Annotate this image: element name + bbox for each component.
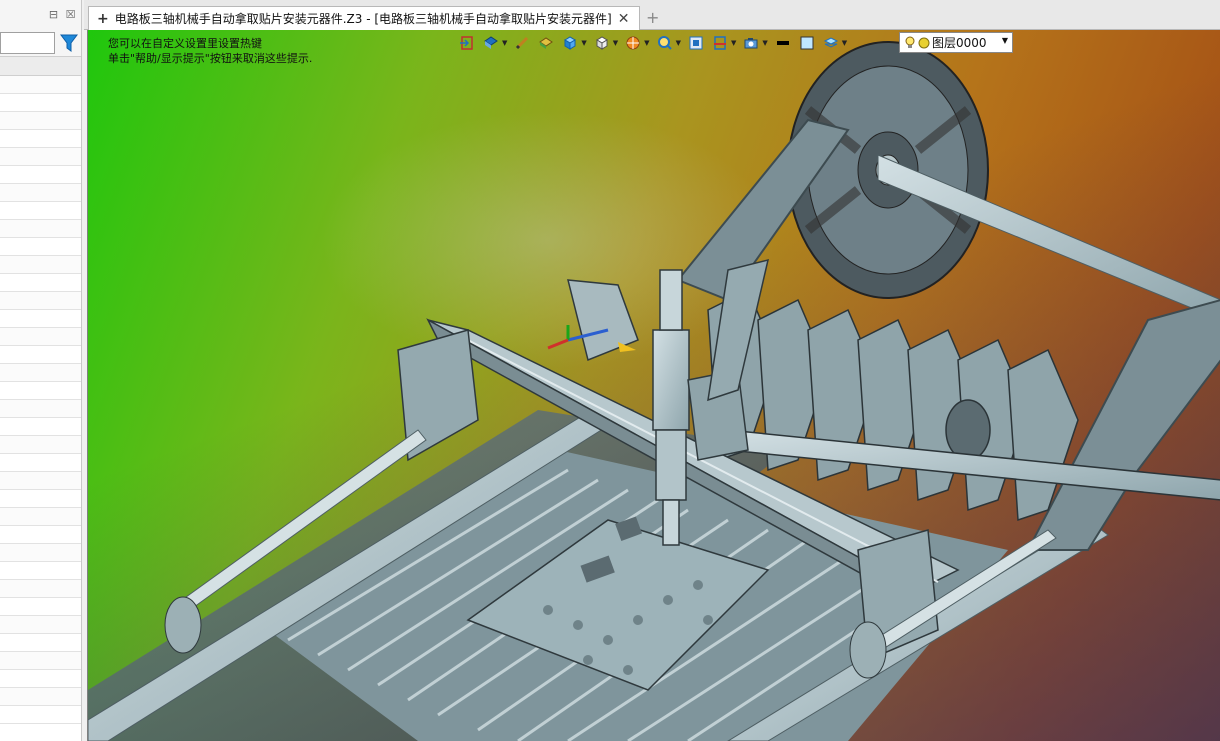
tab-pin-icon[interactable]: + bbox=[97, 11, 109, 27]
list-item[interactable] bbox=[0, 688, 81, 706]
list-item[interactable] bbox=[0, 148, 81, 166]
layer-select[interactable]: 图层0000 ▼ bbox=[899, 32, 1013, 53]
list-item[interactable] bbox=[0, 508, 81, 526]
cad-model-scene[interactable] bbox=[88, 30, 1220, 741]
list-item[interactable] bbox=[0, 112, 81, 130]
add-tab-button[interactable]: + bbox=[646, 8, 659, 27]
left-panel-header: ⊟ ☒ bbox=[0, 0, 81, 30]
list-item[interactable] bbox=[0, 292, 81, 310]
cube-display-icon[interactable] bbox=[561, 34, 579, 52]
chevron-down-icon[interactable]: ▼ bbox=[644, 39, 649, 47]
close-icon[interactable]: ✕ bbox=[618, 11, 630, 27]
list-item[interactable] bbox=[0, 346, 81, 364]
list-item[interactable] bbox=[0, 634, 81, 652]
document-tab[interactable]: + 电路板三轴机械手自动拿取贴片安装元器件.Z3 - [电路板三轴机械手自动拿取… bbox=[88, 6, 640, 30]
hint-text: 您可以在自定义设置里设置热键 单击"帮助/显示提示"按钮来取消这些提示. bbox=[108, 36, 312, 66]
layer-status-icon[interactable] bbox=[918, 37, 930, 49]
list-item[interactable] bbox=[0, 94, 81, 112]
chevron-down-icon[interactable]: ▼ bbox=[676, 39, 681, 47]
chevron-down-icon[interactable]: ▼ bbox=[581, 39, 586, 47]
list-item[interactable] bbox=[0, 652, 81, 670]
list-item[interactable] bbox=[0, 220, 81, 238]
3d-viewport[interactable]: 您可以在自定义设置里设置热键 单击"帮助/显示提示"按钮来取消这些提示. ▼ ▼… bbox=[87, 30, 1220, 741]
list-item[interactable] bbox=[0, 544, 81, 562]
list-item[interactable] bbox=[0, 256, 81, 274]
line-color-icon[interactable] bbox=[774, 34, 792, 52]
layer-label: 图层0000 bbox=[932, 36, 987, 50]
list-item[interactable] bbox=[0, 580, 81, 598]
hint-line-1: 您可以在自定义设置里设置热键 bbox=[108, 37, 262, 50]
tree-list[interactable] bbox=[0, 76, 81, 724]
chevron-down-icon[interactable]: ▼ bbox=[502, 39, 507, 47]
list-item[interactable] bbox=[0, 418, 81, 436]
view-toolbar: ▼ ▼ ▼ ▼ ▼ ▼ ▼ ▼ bbox=[458, 32, 847, 54]
zoom-icon[interactable] bbox=[656, 34, 674, 52]
list-item[interactable] bbox=[0, 328, 81, 346]
list-item[interactable] bbox=[0, 616, 81, 634]
list-item[interactable] bbox=[0, 436, 81, 454]
list-item[interactable] bbox=[0, 670, 81, 688]
fit-view-icon[interactable] bbox=[687, 34, 705, 52]
list-item[interactable] bbox=[0, 202, 81, 220]
list-item[interactable] bbox=[0, 238, 81, 256]
list-item[interactable] bbox=[0, 76, 81, 94]
exit-sketch-icon[interactable] bbox=[458, 34, 476, 52]
chevron-down-icon[interactable]: ▼ bbox=[842, 39, 847, 47]
list-item[interactable] bbox=[0, 382, 81, 400]
chevron-down-icon[interactable]: ▼ bbox=[731, 39, 736, 47]
chevron-down-icon[interactable]: ▼ bbox=[1002, 36, 1008, 45]
list-item[interactable] bbox=[0, 706, 81, 724]
left-panel: ⊟ ☒ bbox=[0, 0, 82, 741]
chevron-down-icon[interactable]: ▼ bbox=[762, 39, 767, 47]
list-item[interactable] bbox=[0, 490, 81, 508]
filter-icon[interactable] bbox=[60, 33, 78, 53]
list-item[interactable] bbox=[0, 130, 81, 148]
fill-color-icon[interactable] bbox=[798, 34, 816, 52]
layer-filter-icon[interactable] bbox=[822, 34, 840, 52]
list-item[interactable] bbox=[0, 184, 81, 202]
lightbulb-icon[interactable] bbox=[904, 36, 916, 50]
list-item[interactable] bbox=[0, 598, 81, 616]
shaded-icon[interactable] bbox=[537, 34, 555, 52]
tab-bar: + 电路板三轴机械手自动拿取贴片安装元器件.Z3 - [电路板三轴机械手自动拿取… bbox=[84, 0, 1220, 30]
list-item[interactable] bbox=[0, 472, 81, 490]
list-item[interactable] bbox=[0, 400, 81, 418]
tape-reel bbox=[787, 41, 1220, 321]
list-item[interactable] bbox=[0, 364, 81, 382]
hint-line-2: 单击"帮助/显示提示"按钮来取消这些提示. bbox=[108, 52, 313, 65]
render-style-icon[interactable] bbox=[624, 34, 642, 52]
filter-input[interactable] bbox=[0, 32, 55, 54]
list-item[interactable] bbox=[0, 274, 81, 292]
list-item[interactable] bbox=[0, 562, 81, 580]
view-cube-icon[interactable] bbox=[593, 34, 611, 52]
list-header bbox=[0, 56, 81, 76]
close-panel-icon[interactable]: ☒ bbox=[64, 8, 77, 21]
list-item[interactable] bbox=[0, 526, 81, 544]
pen-icon[interactable] bbox=[513, 34, 531, 52]
chevron-down-icon[interactable]: ▼ bbox=[613, 39, 618, 47]
filter-row bbox=[0, 30, 81, 56]
tab-title: 电路板三轴机械手自动拿取贴片安装元器件.Z3 - [电路板三轴机械手自动拿取贴片… bbox=[114, 12, 612, 26]
list-item[interactable] bbox=[0, 166, 81, 184]
view-mode-icon[interactable] bbox=[482, 34, 500, 52]
section-icon[interactable] bbox=[711, 34, 729, 52]
camera-icon[interactable] bbox=[742, 34, 760, 52]
restore-icon[interactable]: ⊟ bbox=[47, 8, 60, 21]
list-item[interactable] bbox=[0, 454, 81, 472]
list-item[interactable] bbox=[0, 310, 81, 328]
